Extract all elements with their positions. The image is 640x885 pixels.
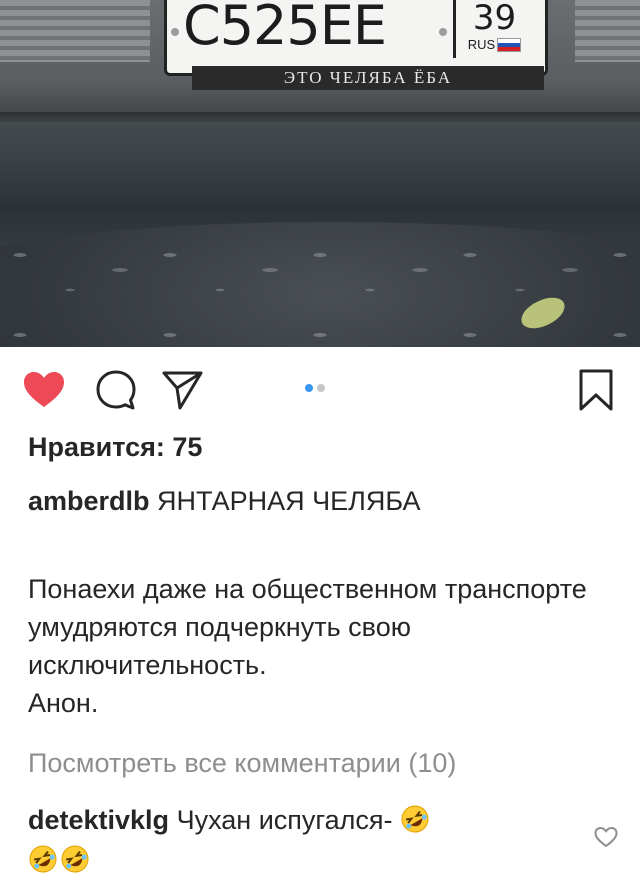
author-username[interactable]: amberdlb [28, 486, 150, 516]
plate-bolt [439, 28, 447, 36]
carousel-dot-active [305, 384, 313, 392]
rolling-on-floor-laughing-emoji [400, 804, 430, 834]
heart-outline-icon [594, 826, 618, 848]
heart-filled-icon [24, 372, 64, 407]
plate-region-box: 39 RUS [453, 0, 533, 58]
carousel-indicator [305, 379, 329, 397]
rain-drops [0, 235, 640, 347]
share-button[interactable] [158, 366, 206, 414]
grille-left [0, 0, 150, 62]
comment-icon [96, 370, 136, 410]
like-button[interactable] [20, 366, 68, 414]
carousel-dot [317, 384, 325, 392]
post-photo[interactable]: С525ЕЕ 39 RUS ЭТО ЧЕЛЯБА ЁБА [0, 0, 640, 347]
paper-plane-icon [162, 371, 203, 410]
caption-title: ЯНТАРНАЯ ЧЕЛЯБА [157, 486, 421, 516]
plate-country: RUS [467, 37, 496, 53]
post-caption-title: amberdlb ЯНТАРНАЯ ЧЕЛЯБА [28, 484, 618, 518]
comment-like-button[interactable] [593, 824, 619, 850]
grille-right [575, 0, 640, 62]
bumper-edge [0, 112, 640, 122]
view-all-comments-link[interactable]: Посмотреть все комментарии (10) [28, 748, 456, 779]
plate-region: 39 [472, 0, 517, 38]
rolling-on-floor-laughing-emoji [28, 844, 58, 874]
plate-bolt [171, 28, 179, 36]
comment-item: detektivklg Чухан испугался- [28, 800, 568, 880]
russian-flag-icon [497, 37, 522, 52]
post-caption-body: Понаехи даже на общественном транспорте … [28, 570, 618, 722]
caption-signature: Анон. [28, 688, 99, 718]
comment-author[interactable]: detektivklg [28, 805, 169, 835]
rolling-on-floor-laughing-emoji [60, 844, 90, 874]
plate-frame-text: ЭТО ЧЕЛЯБА ЁБА [192, 66, 544, 90]
license-plate: С525ЕЕ 39 RUS [164, 0, 548, 76]
comment-text: Чухан испугался- [176, 805, 393, 835]
caption-paragraph: Понаехи даже на общественном транспорте … [28, 574, 587, 680]
bookmark-icon [579, 369, 613, 411]
plate-number: С525ЕЕ [183, 0, 387, 57]
comment-button[interactable] [92, 366, 140, 414]
likes-count[interactable]: Нравится: 75 [28, 432, 202, 463]
save-button[interactable] [572, 366, 620, 414]
